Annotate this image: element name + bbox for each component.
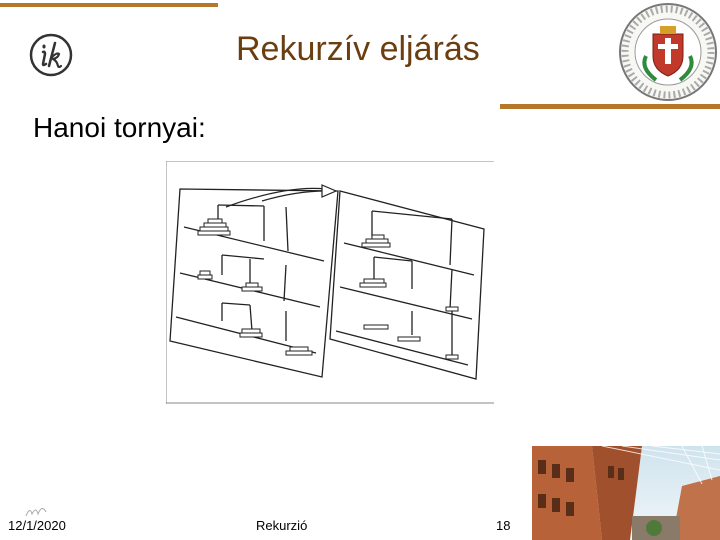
slide-title: Rekurzív eljárás [236,30,480,68]
footer-title: Rekurzió [256,518,308,533]
footer-page-number: 18 [496,518,511,533]
ik-logo-icon [29,33,73,77]
slide-subtitle: Hanoi tornyai: [33,112,206,143]
handwritten-mark [25,508,47,517]
hanoi-figure [166,161,502,404]
right-accent-rule [500,104,720,109]
building-photo [532,446,720,540]
footer-date: 12/1/2020 [8,518,66,533]
top-accent-rule [0,3,218,7]
university-seal-icon [612,0,720,104]
